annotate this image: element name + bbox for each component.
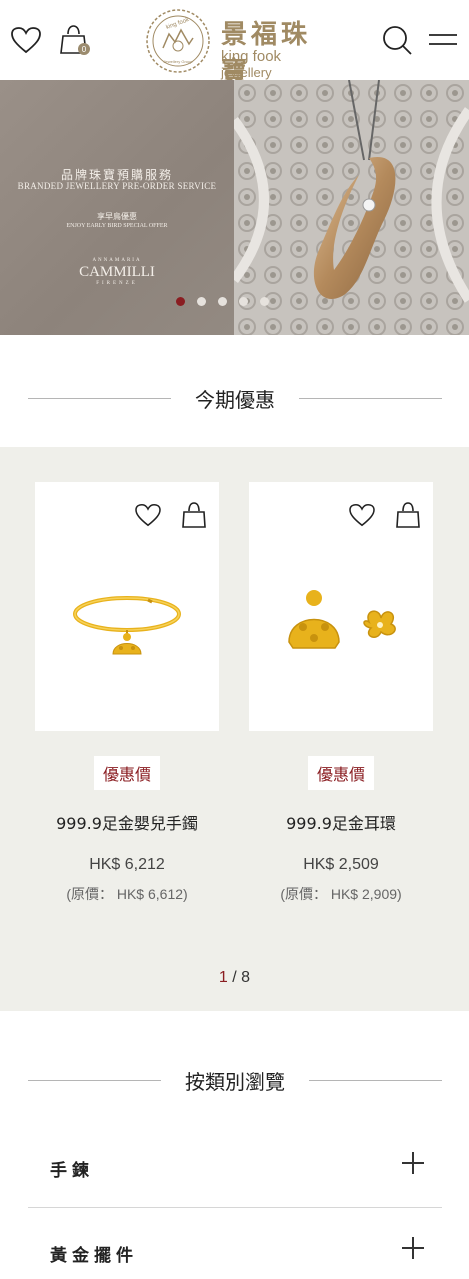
banner-jewellery-image [229,80,469,335]
banner-brand-prefix: ANNAMARIA [92,258,142,263]
product-card-1[interactable] [35,482,219,731]
title-divider-left [28,1080,161,1081]
carousel-dot-1[interactable] [176,297,185,306]
search-icon[interactable] [380,22,414,58]
promo-banner[interactable]: 品牌珠寶預購服務 BRANDED JEWELLERY PRE-ORDER SER… [0,80,469,335]
wishlist-heart-icon[interactable] [9,22,43,58]
add-to-wishlist-heart-icon[interactable] [347,500,377,530]
discount-badge: 優惠價 [307,756,374,790]
product-original-price: (原價： HK$ 2,909) [280,886,402,902]
browse-section-title: 按類別瀏覽 [28,1066,442,1095]
logo-english-brand: king fook [221,48,282,65]
offers-title: 今期優惠 [195,388,275,412]
site-header: 0 king fook Jewellery Group 景福珠寶 king fo… [0,0,469,87]
banner-brand-name: CAMMILLI [79,264,155,280]
expand-plus-icon[interactable] [402,1152,424,1174]
product-card-2[interactable] [249,482,433,731]
add-to-cart-bag-icon[interactable] [393,500,423,530]
king-fook-logo[interactable]: king fook Jewellery Group 景福珠寶 king fook… [145,8,335,87]
logo-english-name: king fook jewellery [221,48,335,80]
discount-badge: 優惠價 [93,756,160,790]
product-name[interactable]: 999.9足金嬰兒手鐲 [35,810,219,834]
logo-seal-text: king fook [165,17,191,31]
product-name[interactable]: 999.9足金耳環 [249,810,433,834]
pager-total: / 8 [227,969,251,986]
offers-carousel: 優惠價 999.9足金嬰兒手鐲 HK$ 6,212 (原價： HK$ 6,612… [0,447,469,1011]
category-label: 黃金擺件 [50,1246,138,1266]
cart-count: 0 [82,45,87,54]
banner-subtitle-cn: 享早鳥優惠 [97,212,137,221]
banner-title-en: BRANDED JEWELLERY PRE-ORDER SERVICE [17,181,217,191]
logo-seal-icon: king fook Jewellery Group [146,9,210,73]
product-price: HK$ 2,509 [303,856,379,873]
title-divider-right [299,398,442,399]
title-divider-left [28,398,171,399]
carousel-dot-4[interactable] [239,297,248,306]
offers-section-title: 今期優惠 [28,384,442,413]
logo-seal-bottom-text: Jewellery Group [164,59,194,64]
product-price: HK$ 6,212 [89,856,165,873]
add-to-cart-bag-icon[interactable] [179,500,209,530]
pager-current: 1 [218,969,228,986]
product-info-1: 優惠價 999.9足金嬰兒手鐲 HK$ 6,212 (原價： HK$ 6,612… [35,756,219,904]
carousel-dot-2[interactable] [197,297,206,306]
add-to-wishlist-heart-icon[interactable] [133,500,163,530]
offers-pager: 1 / 8 [0,969,469,987]
product-info-2: 優惠價 999.9足金耳環 HK$ 2,509 (原價： HK$ 2,909) [249,756,433,904]
carousel-dot-5[interactable] [260,297,269,306]
carousel-dots [176,297,269,306]
product-image-baby-bangle [73,596,181,655]
product-image-earrings [288,590,396,649]
shopping-bag-icon[interactable]: 0 [58,22,92,58]
browse-title: 按類別瀏覽 [185,1070,285,1094]
title-divider-right [309,1080,442,1081]
logo-english-suffix: jewellery [221,65,272,80]
banner-brand-city: FIRENZE [96,281,138,286]
category-label: 手鍊 [50,1161,94,1181]
menu-icon[interactable] [426,22,460,58]
expand-plus-icon[interactable] [402,1237,424,1259]
product-original-price: (原價： HK$ 6,612) [66,886,188,902]
banner-subtitle-en: ENJOY EARLY BIRD SPECIAL OFFER [66,223,168,229]
category-row-bracelets[interactable]: 手鍊 [28,1122,442,1208]
carousel-dot-3[interactable] [218,297,227,306]
category-row-gold-ornaments[interactable]: 黃金擺件 [28,1207,442,1279]
